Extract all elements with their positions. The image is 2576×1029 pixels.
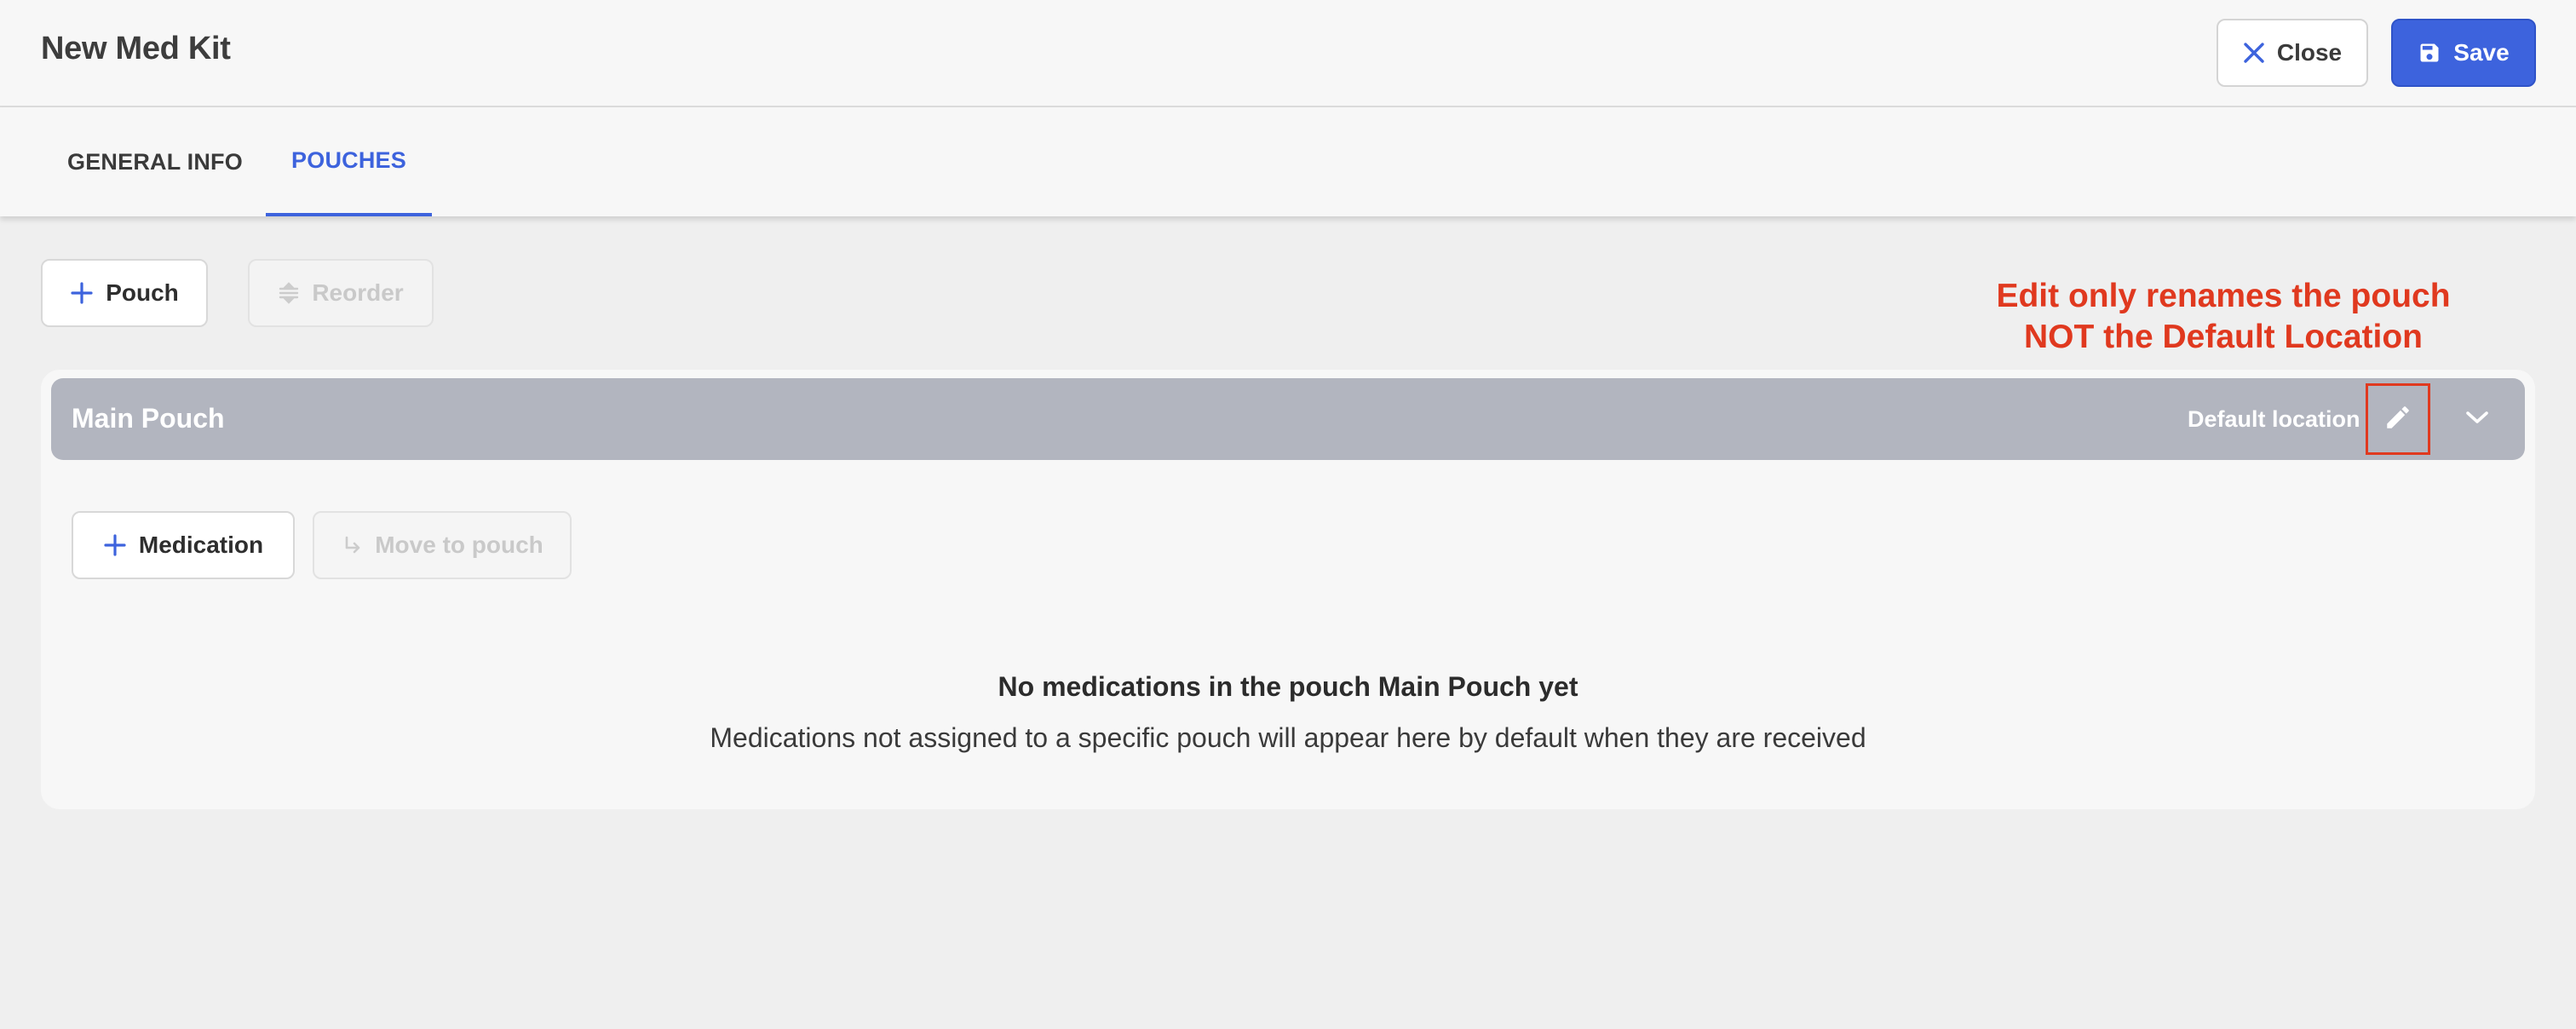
add-pouch-label: Pouch bbox=[106, 279, 179, 306]
save-icon bbox=[2418, 41, 2441, 65]
empty-state-description: Medications not assigned to a specific p… bbox=[710, 722, 1866, 753]
pencil-icon bbox=[2383, 403, 2412, 436]
plus-icon bbox=[103, 533, 127, 557]
move-to-pouch-button[interactable]: Move to pouch bbox=[313, 511, 572, 579]
pouch-header[interactable]: Main Pouch Default location bbox=[51, 378, 2525, 460]
edit-pouch-button[interactable] bbox=[2366, 383, 2430, 455]
pouch-name: Main Pouch bbox=[72, 403, 225, 434]
save-button[interactable]: Save bbox=[2391, 19, 2536, 87]
tab-general-info[interactable]: GENERAL INFO bbox=[41, 107, 266, 216]
move-to-pouch-label: Move to pouch bbox=[375, 532, 543, 558]
app-header: New Med Kit Close Save bbox=[0, 0, 2576, 107]
move-arrow-icon bbox=[341, 534, 363, 556]
reorder-label: Reorder bbox=[312, 279, 404, 306]
annotation-note: Edit only renames the pouch NOT the Defa… bbox=[1934, 276, 2513, 358]
pouch-card: Main Pouch Default location Medication M… bbox=[41, 370, 2535, 809]
close-button[interactable]: Close bbox=[2217, 19, 2368, 87]
page-title: New Med Kit bbox=[41, 31, 231, 66]
plus-icon bbox=[70, 281, 94, 305]
annotation-line-2: NOT the Default Location bbox=[2024, 319, 2423, 355]
add-medication-label: Medication bbox=[138, 532, 264, 558]
reorder-icon bbox=[278, 282, 300, 304]
annotation-line-1: Edit only renames the pouch bbox=[1996, 278, 2451, 314]
save-button-label: Save bbox=[2453, 39, 2510, 66]
close-button-label: Close bbox=[2276, 39, 2343, 66]
expand-pouch-button[interactable] bbox=[2452, 394, 2503, 445]
chevron-down-icon bbox=[2464, 409, 2490, 430]
empty-state-title: No medications in the pouch Main Pouch y… bbox=[998, 671, 1578, 702]
tab-pouches[interactable]: POUCHES bbox=[266, 107, 432, 216]
add-pouch-button[interactable]: Pouch bbox=[41, 259, 208, 327]
add-medication-button[interactable]: Medication bbox=[72, 511, 295, 579]
reorder-button[interactable]: Reorder bbox=[248, 259, 434, 327]
close-icon bbox=[2243, 42, 2265, 64]
default-location-label: Default location bbox=[2188, 406, 2360, 432]
tab-bar: GENERAL INFO POUCHES bbox=[0, 107, 2576, 216]
